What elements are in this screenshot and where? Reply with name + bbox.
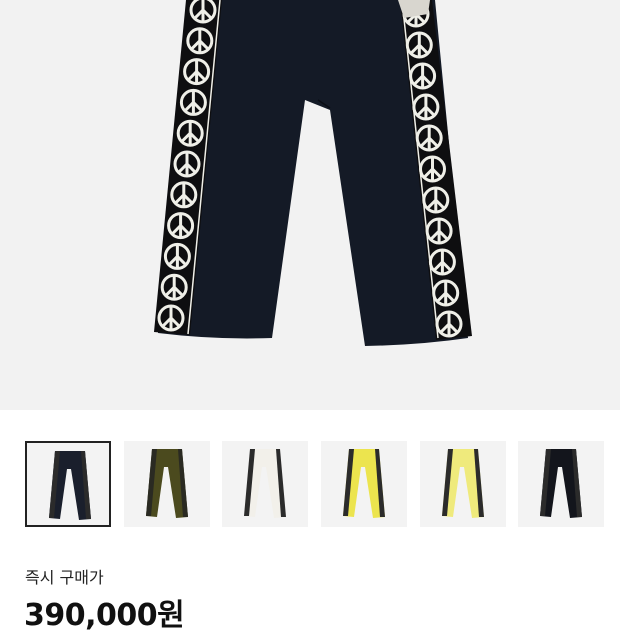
- thumb-navy[interactable]: [25, 441, 111, 527]
- pants-image: [154, 0, 472, 346]
- pants-thumbnail-image: [244, 449, 286, 518]
- pants-thumbnail-image: [49, 451, 91, 520]
- thumb-light-yellow[interactable]: [420, 441, 506, 527]
- pants-thumbnail-image: [343, 449, 385, 518]
- price-value: 390,000원: [24, 598, 185, 633]
- pants-thumbnail-image: [540, 449, 582, 518]
- product-image: [0, 0, 620, 410]
- thumb-white[interactable]: [222, 441, 308, 527]
- pants-thumbnail-image: [442, 449, 484, 518]
- thumb-black[interactable]: [518, 441, 604, 527]
- thumbnail-strip[interactable]: [0, 441, 620, 529]
- thumb-olive[interactable]: [124, 441, 210, 527]
- thumb-yellow[interactable]: [321, 441, 407, 527]
- instant-buy-label: 즉시 구매가: [25, 568, 104, 587]
- pants-thumbnail-image: [146, 449, 188, 518]
